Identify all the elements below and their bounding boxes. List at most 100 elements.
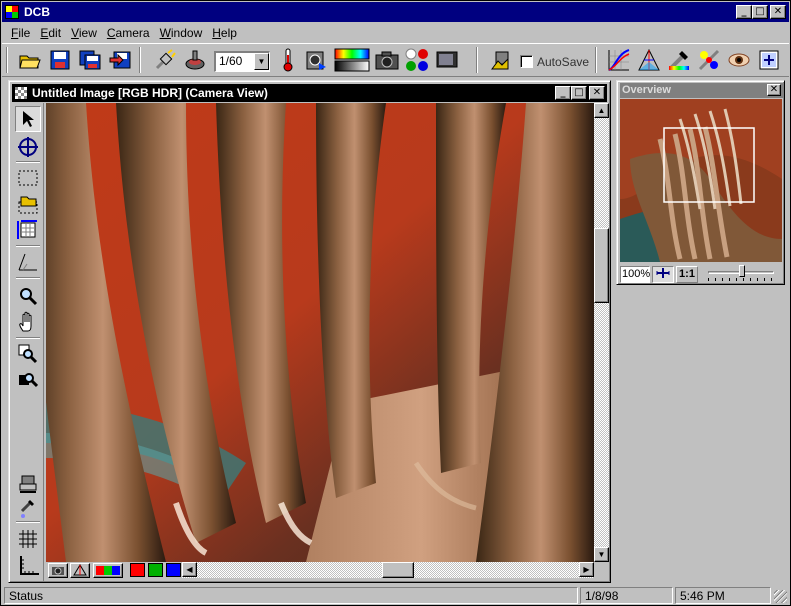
horizontal-scroll-thumb[interactable] xyxy=(382,562,414,578)
tool-palette xyxy=(12,103,44,581)
shutter-speed-select[interactable]: 1/60 ▼ xyxy=(214,51,270,72)
histogram-icon xyxy=(638,48,660,71)
histogram-view-button[interactable] xyxy=(70,563,90,578)
connect-button[interactable] xyxy=(152,47,178,73)
export-button[interactable] xyxy=(107,47,133,73)
eyedropper-tool[interactable] xyxy=(15,495,41,521)
scroll-up-button[interactable]: ▲ xyxy=(594,103,609,118)
camera-button[interactable] xyxy=(374,47,400,73)
scroll-right-button[interactable]: ▶ xyxy=(579,562,594,577)
menu-edit[interactable]: Edit xyxy=(35,26,66,40)
crosshair-target-icon xyxy=(18,137,38,157)
ruler-tool[interactable] xyxy=(15,552,41,578)
save-button[interactable] xyxy=(47,47,73,73)
capture-button[interactable] xyxy=(182,47,208,73)
image-window-title: Untitled Image [RGB HDR] (Camera View) xyxy=(32,86,268,100)
autosave-label[interactable]: AutoSave xyxy=(537,55,589,69)
menu-camera[interactable]: Camera xyxy=(102,26,155,40)
status-time: 5:46 PM xyxy=(675,587,771,604)
eye-icon xyxy=(728,53,750,67)
chevron-down-icon[interactable]: ▼ xyxy=(254,53,269,70)
arrow-tool[interactable] xyxy=(15,106,41,132)
eyedropper-icon xyxy=(669,51,689,70)
app-icon[interactable] xyxy=(5,5,19,19)
main-toolbar: 1/60 ▼ AutoSave xyxy=(2,43,789,77)
camera-icon xyxy=(375,51,399,70)
scroll-left-button[interactable]: ◀ xyxy=(182,562,197,577)
menu-file[interactable]: File xyxy=(6,26,35,40)
red-channel-button[interactable] xyxy=(130,563,145,577)
overview-image[interactable] xyxy=(620,99,782,262)
menu-view[interactable]: View xyxy=(66,26,102,40)
open-button[interactable] xyxy=(17,47,43,73)
actual-size-button[interactable]: 1:1 xyxy=(676,266,698,283)
image-bottom-bar: ◀ ▶ xyxy=(46,562,609,578)
rgb-view-button[interactable] xyxy=(93,563,123,578)
autosave-button[interactable] xyxy=(488,47,514,73)
temperature-button[interactable] xyxy=(275,47,301,73)
overview-slider-ticks xyxy=(708,278,774,281)
stamp-icon xyxy=(19,475,37,493)
vertical-scroll-thumb[interactable] xyxy=(594,228,609,303)
load-selection-tool[interactable] xyxy=(15,191,41,217)
monitor-button[interactable] xyxy=(434,47,460,73)
image-maximize-button[interactable]: □ xyxy=(571,86,587,100)
overview-title: Overview xyxy=(622,84,671,96)
grid-tool[interactable] xyxy=(15,526,41,552)
curves-button[interactable] xyxy=(606,47,632,73)
rgb-channels-button[interactable] xyxy=(404,47,430,73)
calibrate-button[interactable] xyxy=(696,47,722,73)
app-title: DCB xyxy=(24,5,50,19)
fork-photo[interactable] xyxy=(46,103,594,562)
toolbar-separator xyxy=(595,47,597,73)
app-title-bar[interactable]: DCB _ □ ✕ xyxy=(2,2,789,22)
measure-tool[interactable] xyxy=(15,217,41,243)
minimize-button[interactable]: _ xyxy=(736,5,752,19)
image-close-button[interactable]: ✕ xyxy=(589,86,605,100)
marquee-icon xyxy=(18,170,38,186)
green-channel-button[interactable] xyxy=(148,563,163,577)
overview-zoom-field[interactable]: 100% xyxy=(620,266,650,283)
zoom-tool[interactable] xyxy=(15,283,41,309)
marquee-tool[interactable] xyxy=(15,165,41,191)
scroll-down-button[interactable]: ▼ xyxy=(594,547,609,562)
hand-tool[interactable] xyxy=(15,309,41,335)
eyedropper-button[interactable] xyxy=(666,47,692,73)
blue-channel-button[interactable] xyxy=(166,563,181,577)
resize-grip[interactable] xyxy=(774,590,787,603)
measure-grid-icon xyxy=(17,220,37,239)
stamp-tool[interactable] xyxy=(15,471,41,497)
overview-zoom-slider-thumb[interactable] xyxy=(739,265,745,277)
zoom-region-tool[interactable] xyxy=(15,341,41,367)
zoom-fit-button[interactable] xyxy=(756,47,782,73)
vertical-scrollbar[interactable]: ▲ ▼ xyxy=(594,103,609,562)
folder-selection-icon xyxy=(18,196,38,214)
camera-view-button[interactable] xyxy=(48,563,68,578)
angle-tool[interactable] xyxy=(15,249,41,275)
maximize-button[interactable]: □ xyxy=(752,5,768,19)
hand-icon xyxy=(19,311,32,332)
shutter-speed-value: 1/60 xyxy=(219,54,243,68)
save-disk-icon xyxy=(50,50,70,70)
close-button[interactable]: ✕ xyxy=(770,5,786,19)
image-minimize-button[interactable]: _ xyxy=(555,86,571,100)
histogram-button[interactable] xyxy=(636,47,662,73)
menu-window[interactable]: Window xyxy=(155,26,208,40)
zoom-out-tool[interactable] xyxy=(15,367,41,393)
color-gradient-button[interactable] xyxy=(333,47,371,73)
target-tool[interactable] xyxy=(15,134,41,160)
curves-icon xyxy=(608,49,630,71)
eyedropper-small-icon xyxy=(20,500,34,518)
auto-expose-button[interactable] xyxy=(303,47,329,73)
autosave-checkbox[interactable] xyxy=(520,55,533,68)
preview-button[interactable] xyxy=(726,47,752,73)
document-icon[interactable] xyxy=(15,87,27,99)
overview-title-bar[interactable]: Overview ✕ xyxy=(620,83,783,98)
horizontal-scrollbar[interactable]: ◀ ▶ xyxy=(182,562,594,578)
menu-help[interactable]: Help xyxy=(207,26,242,40)
image-window-title-bar[interactable]: Untitled Image [RGB HDR] (Camera View) _… xyxy=(12,84,607,102)
overview-close-button[interactable]: ✕ xyxy=(767,84,781,96)
image-canvas[interactable] xyxy=(46,103,594,562)
save-all-button[interactable] xyxy=(77,47,103,73)
fit-view-button[interactable] xyxy=(652,266,674,283)
